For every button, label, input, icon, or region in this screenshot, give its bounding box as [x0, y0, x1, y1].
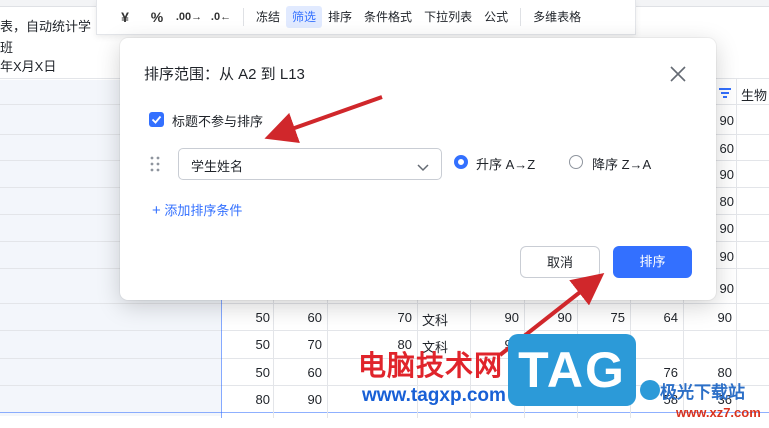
title-cell-text: 表，自动统计学 — [0, 19, 92, 34]
date-cell-text: 年X月X日 — [0, 59, 57, 74]
watermark-tag-logo: TAG — [508, 334, 636, 406]
filter-icon[interactable] — [719, 88, 731, 98]
close-icon[interactable] — [668, 64, 688, 84]
cell-value: 60 — [307, 310, 322, 325]
watermark-site-url: www.xz7.com — [676, 405, 761, 420]
toolbar-divider — [520, 8, 522, 26]
cell-value: 90 — [504, 310, 519, 325]
chevron-down-icon — [417, 159, 429, 177]
freeze-button[interactable]: 冻结 — [250, 6, 286, 28]
row-divider — [0, 412, 769, 413]
dropdown-list-button[interactable]: 下拉列表 — [418, 6, 478, 28]
class-cell-text: 班 — [0, 40, 14, 55]
decrease-decimal-icon[interactable]: .0← — [205, 11, 237, 23]
cell-value: 90 — [557, 310, 572, 325]
row-divider — [0, 303, 769, 304]
watermark-url: www.tagxp.com — [362, 385, 506, 406]
add-sort-condition-link[interactable]: + 添加排序条件 — [152, 200, 242, 219]
descending-label: 降序 Z→A — [592, 157, 652, 172]
sort-dialog: 排序范围：从 A2 到 L13 标题不参与排序 学生姓名 升序 A→Z 降序 Z… — [120, 38, 716, 300]
sort-button[interactable]: 排序 — [322, 6, 358, 28]
watermark-cn-text: 电脑技术网 — [358, 350, 504, 381]
cell-value: 70 — [397, 310, 412, 325]
toolbar-divider — [243, 8, 244, 26]
cell-value: 90 — [307, 392, 322, 407]
cell-value: 80 — [255, 392, 270, 407]
ascending-label: 升序 A→Z — [476, 157, 536, 172]
cell-value: 50 — [255, 365, 270, 380]
cell-value: 90 — [717, 310, 732, 325]
formula-button[interactable]: 公式 — [478, 6, 514, 28]
column-header-biology: 生物 — [741, 88, 768, 103]
column-divider — [736, 78, 737, 418]
cell-value: 50 — [255, 310, 270, 325]
increase-decimal-icon[interactable]: .00→ — [173, 11, 205, 23]
conditional-format-button[interactable]: 条件格式 — [358, 6, 418, 28]
sort-confirm-button[interactable]: 排序 — [613, 246, 692, 278]
filter-button[interactable]: 筛选 — [286, 6, 323, 28]
plus-icon: + — [152, 202, 161, 219]
formatting-toolbar: ¥ % .00→ .0← 冻结 筛选 排序 条件格式 下拉列表 公式 多维表格 — [96, 0, 636, 35]
cell-value: 70 — [307, 337, 322, 352]
cell-value: 50 — [255, 337, 270, 352]
checkbox-label: 标题不参与排序 — [172, 114, 264, 129]
sort-field-select[interactable]: 学生姓名 — [178, 148, 442, 180]
add-sort-condition-label: 添加排序条件 — [164, 203, 243, 218]
ascending-radio[interactable] — [454, 155, 468, 169]
descending-radio[interactable] — [569, 155, 583, 169]
multidimensional-table-button[interactable]: 多维表格 — [527, 6, 587, 28]
cell-value: 64 — [663, 310, 678, 325]
watermark-site-name: 极光下载站 — [660, 383, 745, 402]
drag-handle-icon[interactable] — [150, 156, 160, 172]
site-logo-icon — [640, 380, 660, 400]
percent-icon[interactable]: % — [141, 9, 173, 25]
cell-value: 60 — [307, 365, 322, 380]
cell-value: 文科 — [422, 313, 449, 328]
row-divider — [0, 330, 769, 331]
header-exclude-checkbox[interactable] — [149, 112, 164, 127]
sort-field-value: 学生姓名 — [191, 159, 244, 174]
currency-icon[interactable]: ¥ — [109, 9, 141, 25]
dialog-title: 排序范围：从 A2 到 L13 — [144, 66, 305, 83]
cell-value: 75 — [610, 310, 625, 325]
cancel-button[interactable]: 取消 — [520, 246, 600, 278]
